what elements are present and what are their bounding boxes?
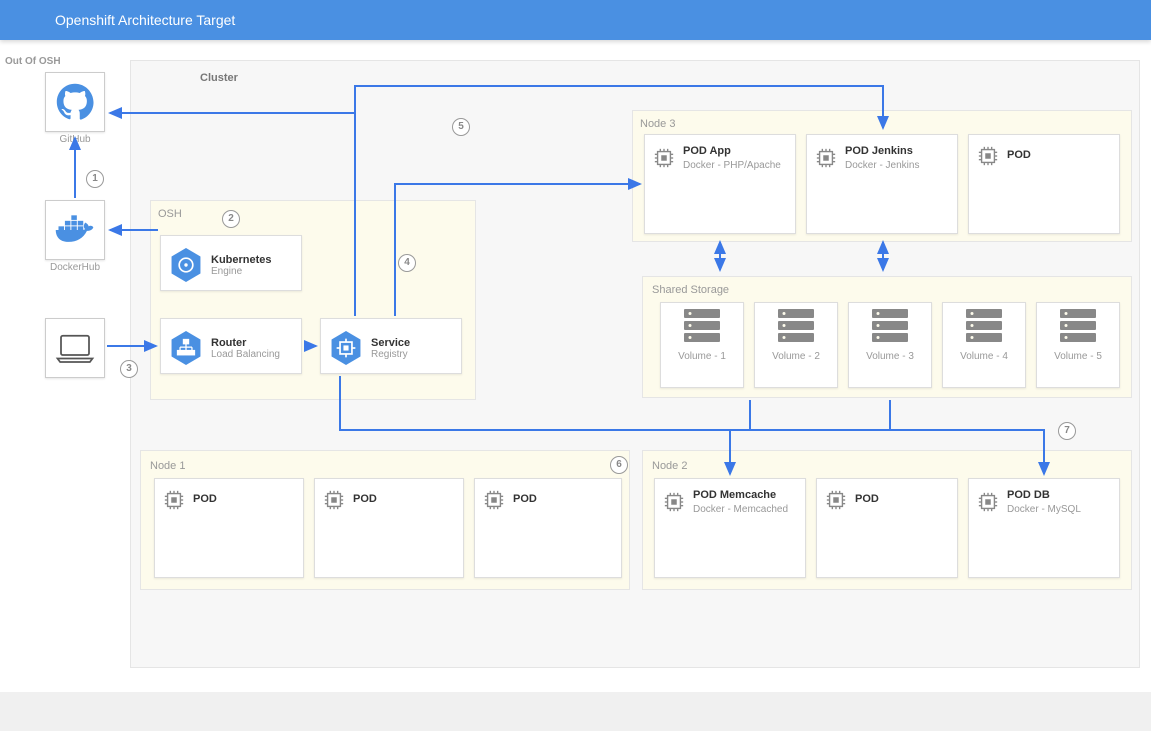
- pod-title: POD: [1007, 149, 1031, 161]
- volume-label: Volume - 2: [755, 351, 837, 366]
- laptop-card: [45, 318, 105, 378]
- k8s-card: Kubernetes Engine: [160, 235, 302, 291]
- volume-label: Volume - 5: [1037, 351, 1119, 366]
- chip-icon: [323, 489, 345, 511]
- pod-sub: Docker - MySQL: [1007, 504, 1081, 515]
- pod-title: POD DB: [1007, 489, 1081, 501]
- footer-bar: [0, 692, 1151, 731]
- node3-pod-0: POD App Docker - PHP/Apache: [644, 134, 796, 234]
- step-1: 1: [86, 170, 104, 188]
- node1-pod-1: POD: [314, 478, 464, 578]
- chip-icon: [825, 489, 847, 511]
- service-icon: [329, 329, 363, 367]
- node2-pod-2: POD DB Docker - MySQL: [968, 478, 1120, 578]
- router-sub: Load Balancing: [211, 349, 280, 360]
- node2-pod-0: POD Memcache Docker - Memcached: [654, 478, 806, 578]
- chip-icon: [653, 147, 675, 169]
- pod-title: POD: [855, 493, 879, 505]
- dockerhub-card: [45, 200, 105, 260]
- chip-icon: [483, 489, 505, 511]
- volume-1: Volume - 2: [754, 302, 838, 388]
- chip-icon: [977, 491, 999, 513]
- chip-icon: [815, 147, 837, 169]
- chip-icon: [663, 491, 685, 513]
- disk-icon: [962, 307, 1006, 345]
- docker-icon: [53, 213, 97, 247]
- step-7: 7: [1058, 422, 1076, 440]
- kubernetes-icon: [169, 246, 203, 284]
- disk-icon: [1056, 307, 1100, 345]
- node3-pod-2: POD: [968, 134, 1120, 234]
- service-sub: Registry: [371, 349, 410, 360]
- k8s-title: Kubernetes: [211, 254, 272, 266]
- cluster-label: Cluster: [200, 72, 238, 84]
- router-icon: [169, 329, 203, 367]
- pod-title: POD App: [683, 145, 781, 157]
- storage-label: Shared Storage: [652, 284, 729, 296]
- step-5: 5: [452, 118, 470, 136]
- disk-icon: [680, 307, 724, 345]
- volume-3: Volume - 4: [942, 302, 1026, 388]
- step-2: 2: [222, 210, 240, 228]
- k8s-sub: Engine: [211, 266, 272, 277]
- out-of-osh-label: Out Of OSH: [5, 56, 61, 67]
- step-3: 3: [120, 360, 138, 378]
- pod-title: POD: [513, 493, 537, 505]
- node1-pod-2: POD: [474, 478, 622, 578]
- node3-label: Node 3: [640, 118, 675, 130]
- node1-pod-0: POD: [154, 478, 304, 578]
- node2-pod-1: POD: [816, 478, 958, 578]
- osh-label: OSH: [158, 208, 182, 220]
- page-title: Openshift Architecture Target: [55, 12, 235, 28]
- laptop-icon: [54, 332, 96, 364]
- step-6: 6: [610, 456, 628, 474]
- service-title: Service: [371, 337, 410, 349]
- node1-label: Node 1: [150, 460, 185, 472]
- volume-label: Volume - 1: [661, 351, 743, 366]
- pod-title: POD: [193, 493, 217, 505]
- volume-label: Volume - 4: [943, 351, 1025, 366]
- pod-sub: Docker - PHP/Apache: [683, 160, 781, 171]
- chip-icon: [163, 489, 185, 511]
- dockerhub-label: DockerHub: [45, 262, 105, 273]
- volume-4: Volume - 5: [1036, 302, 1120, 388]
- page-title-bar: Openshift Architecture Target: [0, 0, 1151, 40]
- github-label: GitHub: [45, 134, 105, 145]
- github-icon: [56, 83, 94, 121]
- node2-label: Node 2: [652, 460, 687, 472]
- volume-2: Volume - 3: [848, 302, 932, 388]
- github-card: [45, 72, 105, 132]
- volume-label: Volume - 3: [849, 351, 931, 366]
- disk-icon: [868, 307, 912, 345]
- pod-title: POD Memcache: [693, 489, 788, 501]
- pod-title: POD: [353, 493, 377, 505]
- pod-title: POD Jenkins: [845, 145, 919, 157]
- volume-0: Volume - 1: [660, 302, 744, 388]
- service-card: Service Registry: [320, 318, 462, 374]
- pod-sub: Docker - Memcached: [693, 504, 788, 515]
- node3-pod-1: POD Jenkins Docker - Jenkins: [806, 134, 958, 234]
- router-title: Router: [211, 337, 280, 349]
- router-card: Router Load Balancing: [160, 318, 302, 374]
- pod-sub: Docker - Jenkins: [845, 160, 919, 171]
- step-4: 4: [398, 254, 416, 272]
- chip-icon: [977, 145, 999, 167]
- disk-icon: [774, 307, 818, 345]
